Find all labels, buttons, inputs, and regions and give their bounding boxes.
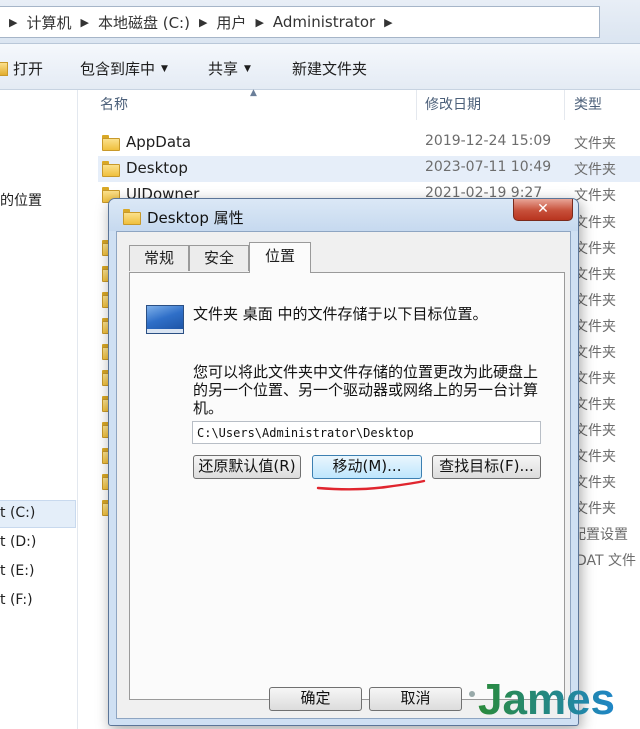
column-divider[interactable]	[564, 90, 565, 120]
open-button[interactable]: 打开	[0, 58, 43, 79]
file-type: 文件夹	[574, 371, 616, 387]
sort-arrow-icon: ▲	[250, 88, 257, 98]
dialog-body: 常规 安全 位置 文件夹 桌面 中的文件存储于以下目标位置。 您可以将此文件夹中…	[116, 231, 571, 719]
file-name: Desktop	[126, 159, 188, 177]
file-type: DAT 文件	[576, 553, 637, 569]
share-label: 共享	[208, 60, 239, 78]
file-name: AppData	[126, 133, 192, 151]
file-row-appdata[interactable]: AppData 2019-12-24 15:09 文件夹	[98, 130, 640, 156]
close-icon: ✕	[537, 201, 549, 217]
file-row-desktop[interactable]: Desktop 2023-07-11 10:49 文件夹	[98, 156, 640, 182]
file-type: 配置设置	[572, 527, 628, 543]
command-bar: 打开 包含到库中 ▼ 共享 ▼ 新建文件夹	[0, 44, 640, 90]
new-folder-label: 新建文件夹	[292, 60, 368, 78]
file-type: 文件夹	[574, 397, 616, 413]
tab-general[interactable]: 常规	[129, 245, 189, 271]
dialog-title: Desktop 属性	[147, 209, 244, 227]
cancel-button[interactable]: 取消	[369, 687, 462, 711]
new-folder-button[interactable]: 新建文件夹	[292, 58, 367, 79]
move-button[interactable]: 移动(M)...	[312, 455, 422, 479]
dropdown-arrow-icon: ▼	[161, 63, 168, 74]
file-type: 文件夹	[574, 267, 616, 283]
file-type: 文件夹	[574, 188, 616, 204]
file-type: 文件夹	[574, 215, 616, 231]
nav-item-drive-f[interactable]: t (F:)	[0, 592, 33, 608]
open-label: 打开	[13, 60, 44, 78]
file-date: 2023-07-11 10:49	[425, 159, 552, 175]
tab-location[interactable]: 位置	[249, 242, 311, 273]
file-type: 文件夹	[574, 449, 616, 465]
nav-item-drive-e[interactable]: t (E:)	[0, 563, 34, 579]
open-icon	[0, 61, 8, 76]
chevron-right-icon[interactable]: ▶	[80, 16, 88, 29]
location-tab-panel: 文件夹 桌面 中的文件存储于以下目标位置。 您可以将此文件夹中文件存储的位置更改…	[129, 272, 565, 700]
column-header-type[interactable]: 类型	[574, 94, 602, 114]
watermark-text: James	[478, 675, 615, 724]
file-type: 文件夹	[574, 136, 616, 152]
properties-dialog: Desktop 属性 ✕ 常规 安全 位置 文件夹 桌面 中的文件存储于以下目标…	[108, 198, 579, 726]
tab-security[interactable]: 安全	[189, 245, 249, 271]
include-in-library-label: 包含到库中	[80, 60, 156, 78]
close-button[interactable]: ✕	[513, 199, 573, 221]
breadcrumb-computer[interactable]: 计算机	[26, 12, 71, 33]
file-type: 文件夹	[574, 423, 616, 439]
breadcrumb-administrator[interactable]: Administrator	[273, 13, 375, 31]
folder-icon	[102, 135, 120, 151]
navigation-pane: 的位置 t (C:) t (D:) t (E:) t (F:)	[0, 90, 78, 729]
change-location-hint-line-1: 您可以将此文件夹中文件存储的位置更改为此硬盘上	[193, 363, 539, 381]
file-type: 文件夹	[574, 319, 616, 335]
chevron-right-icon[interactable]: ▶	[255, 16, 263, 29]
file-type: 文件夹	[574, 501, 616, 517]
file-date: 2019-12-24 15:09	[425, 133, 552, 149]
breadcrumb[interactable]: ▶ 计算机 ▶ 本地磁盘 (C:) ▶ 用户 ▶ Administrator ▶	[0, 6, 600, 38]
location-description: 文件夹 桌面 中的文件存储于以下目标位置。	[193, 305, 488, 323]
chevron-right-icon[interactable]: ▶	[199, 16, 207, 29]
change-location-hint-line-2: 的另一个位置、另一个驱动器或网络上的另一台计算	[193, 381, 539, 399]
dialog-titlebar[interactable]: Desktop 属性 ✕	[109, 199, 578, 231]
location-path-field[interactable]: C:\Users\Administrator\Desktop	[192, 421, 541, 444]
nav-item-drive-c[interactable]: t (C:)	[0, 500, 76, 528]
breadcrumb-drive-c[interactable]: 本地磁盘 (C:)	[98, 12, 190, 33]
column-header-name[interactable]: 名称	[100, 94, 128, 114]
share-button[interactable]: 共享 ▼	[208, 58, 251, 79]
column-header-date[interactable]: 修改日期	[425, 94, 481, 114]
breadcrumb-users[interactable]: 用户	[216, 12, 246, 33]
desktop-folder-icon	[146, 305, 184, 334]
change-location-hint-line-3: 机。	[193, 399, 224, 417]
file-type: 文件夹	[574, 241, 616, 257]
restore-default-button[interactable]: 还原默认值(R)	[193, 455, 301, 479]
chevron-right-icon[interactable]: ▶	[384, 16, 392, 29]
folder-icon	[102, 161, 120, 177]
file-type: 文件夹	[574, 345, 616, 361]
chevron-right-icon[interactable]: ▶	[9, 16, 17, 29]
nav-item-drive-d[interactable]: t (D:)	[0, 534, 36, 550]
address-bar: ▶ 计算机 ▶ 本地磁盘 (C:) ▶ 用户 ▶ Administrator ▶	[0, 0, 640, 44]
file-type: 文件夹	[574, 293, 616, 309]
red-underline-annotation	[316, 479, 426, 491]
james-watermark: James	[469, 675, 615, 724]
file-type: 文件夹	[574, 162, 616, 178]
file-type: 文件夹	[574, 475, 616, 491]
column-divider[interactable]	[416, 90, 417, 120]
ok-button[interactable]: 确定	[269, 687, 362, 711]
nav-item-location[interactable]: 的位置	[0, 190, 42, 210]
include-in-library-button[interactable]: 包含到库中 ▼	[80, 58, 168, 79]
folder-icon	[123, 209, 141, 225]
dropdown-arrow-icon: ▼	[244, 63, 251, 74]
find-target-button[interactable]: 查找目标(F)...	[432, 455, 541, 479]
